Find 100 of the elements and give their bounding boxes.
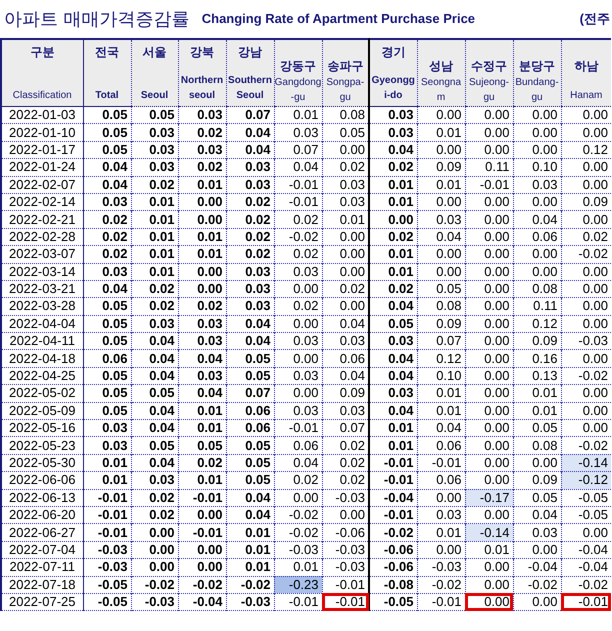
table-cell: 0.01 bbox=[369, 263, 417, 280]
column-header-english: Gyeongg i-do bbox=[370, 74, 416, 103]
table-cell: 0.04 bbox=[369, 402, 417, 420]
table-cell: -0.02 bbox=[561, 367, 611, 385]
table-cell: 0.00 bbox=[465, 106, 513, 124]
table-cell: 0.01 bbox=[369, 436, 417, 454]
table-cell: 0.03 bbox=[322, 332, 369, 350]
table-cell: 0.02 bbox=[369, 158, 417, 176]
table-cell: 0.00 bbox=[465, 576, 513, 594]
table-cell: 0.01 bbox=[178, 228, 226, 246]
date-cell: 2022-03-21 bbox=[1, 280, 83, 298]
date-cell: 2022-07-04 bbox=[1, 541, 83, 559]
table-cell: 0.05 bbox=[83, 124, 131, 142]
table-cell: 0.00 bbox=[561, 280, 611, 298]
table-cell: -0.01 bbox=[322, 593, 369, 611]
table-cell: 0.02 bbox=[178, 124, 226, 142]
table-cell: 0.04 bbox=[83, 158, 131, 176]
table-cell: 0.08 bbox=[322, 106, 369, 124]
table-cell: -0.03 bbox=[131, 593, 178, 611]
table-cell: 0.07 bbox=[417, 332, 465, 350]
table-cell: 0.04 bbox=[417, 420, 465, 437]
table-cell: -0.05 bbox=[561, 506, 611, 524]
table-cell: 0.05 bbox=[83, 298, 131, 316]
table-cell: -0.01 bbox=[322, 576, 369, 594]
table-cell: 0.02 bbox=[226, 228, 274, 246]
column-header-korean: 전국 bbox=[95, 44, 119, 61]
table-cell: 0.16 bbox=[513, 350, 561, 368]
table-cell: 0.00 bbox=[178, 193, 226, 211]
table-cell: 0.01 bbox=[178, 246, 226, 264]
column-header-english: Total bbox=[95, 89, 119, 103]
table-cell: 0.04 bbox=[369, 141, 417, 159]
table-cell: 0.04 bbox=[274, 158, 322, 176]
table-cell: -0.03 bbox=[322, 558, 369, 576]
table-cell: 0.03 bbox=[226, 263, 274, 280]
table-cell: 0.01 bbox=[178, 472, 226, 490]
table-cell: 0.04 bbox=[513, 506, 561, 524]
table-cell: 0.00 bbox=[465, 280, 513, 298]
column-header-english: Seongna m bbox=[420, 76, 462, 105]
table-cell: 0.00 bbox=[274, 315, 322, 333]
table-cell: 0.05 bbox=[83, 367, 131, 385]
table-cell: 0.02 bbox=[178, 158, 226, 176]
table-cell: 0.05 bbox=[83, 106, 131, 124]
date-cell: 2022-04-18 bbox=[1, 350, 83, 368]
table-cell: 0.09 bbox=[417, 315, 465, 333]
table-cell: 0.04 bbox=[83, 176, 131, 194]
table-cell: 0.01 bbox=[513, 402, 561, 420]
table-cell: 0.00 bbox=[561, 106, 611, 124]
table-cell: 0.00 bbox=[417, 541, 465, 559]
table-cell: 0.00 bbox=[465, 558, 513, 576]
table-cell: 0.04 bbox=[226, 489, 274, 506]
table-cell: 0.00 bbox=[274, 280, 322, 298]
table-cell: 0.00 bbox=[131, 541, 178, 559]
table-cell: 0.00 bbox=[561, 158, 611, 176]
table-cell: -0.01 bbox=[83, 524, 131, 542]
table-cell: 0.01 bbox=[417, 124, 465, 142]
table-cell: -0.14 bbox=[561, 454, 611, 472]
table-cell: 0.01 bbox=[178, 176, 226, 194]
table-cell: -0.02 bbox=[417, 576, 465, 594]
table-cell: 0.01 bbox=[369, 193, 417, 211]
date-cell: 2022-03-28 bbox=[1, 298, 83, 316]
table-cell: -0.05 bbox=[561, 489, 611, 506]
table-cell: 0.03 bbox=[369, 384, 417, 402]
table-cell: 0.03 bbox=[131, 124, 178, 142]
table-cell: 0.00 bbox=[465, 263, 513, 280]
table-cell: 0.03 bbox=[131, 141, 178, 159]
table-cell: 0.05 bbox=[83, 141, 131, 159]
table-cell: -0.14 bbox=[465, 524, 513, 542]
table-cell: 0.00 bbox=[178, 210, 226, 228]
table-cell: 0.03 bbox=[417, 506, 465, 524]
table-cell: -0.01 bbox=[178, 524, 226, 542]
table-cell: 0.03 bbox=[369, 106, 417, 124]
table-cell: 0.00 bbox=[465, 332, 513, 350]
table-cell: 0.01 bbox=[131, 246, 178, 264]
table-cell: -0.08 bbox=[369, 576, 417, 594]
table-cell: 0.01 bbox=[369, 176, 417, 194]
table-cell: 0.04 bbox=[226, 315, 274, 333]
table-cell: 0.02 bbox=[83, 228, 131, 246]
date-cell: 2022-06-13 bbox=[1, 489, 83, 506]
date-cell: 2022-02-07 bbox=[1, 176, 83, 194]
table-cell: 0.02 bbox=[322, 280, 369, 298]
table-cell: -0.04 bbox=[561, 558, 611, 576]
table-cell: 0.00 bbox=[561, 524, 611, 542]
table-cell: -0.02 bbox=[369, 524, 417, 542]
date-cell: 2022-05-09 bbox=[1, 402, 83, 420]
table-cell: 0.00 bbox=[274, 489, 322, 506]
table-cell: 0.02 bbox=[369, 280, 417, 298]
table-cell: 0.07 bbox=[226, 106, 274, 124]
table-cell: 0.04 bbox=[369, 367, 417, 385]
table-cell: 0.00 bbox=[465, 210, 513, 228]
table-cell: 0.03 bbox=[274, 124, 322, 142]
date-cell: 2022-04-11 bbox=[1, 332, 83, 350]
table-cell: 0.00 bbox=[513, 263, 561, 280]
table-cell: 0.01 bbox=[417, 384, 465, 402]
table-cell: 0.00 bbox=[561, 315, 611, 333]
date-cell: 2022-01-10 bbox=[1, 124, 83, 142]
table-cell: -0.01 bbox=[369, 472, 417, 490]
table-cell: -0.04 bbox=[369, 489, 417, 506]
date-cell: 2022-03-07 bbox=[1, 246, 83, 264]
table-cell: 0.04 bbox=[417, 228, 465, 246]
column-header-korean: 하남 bbox=[574, 58, 598, 75]
